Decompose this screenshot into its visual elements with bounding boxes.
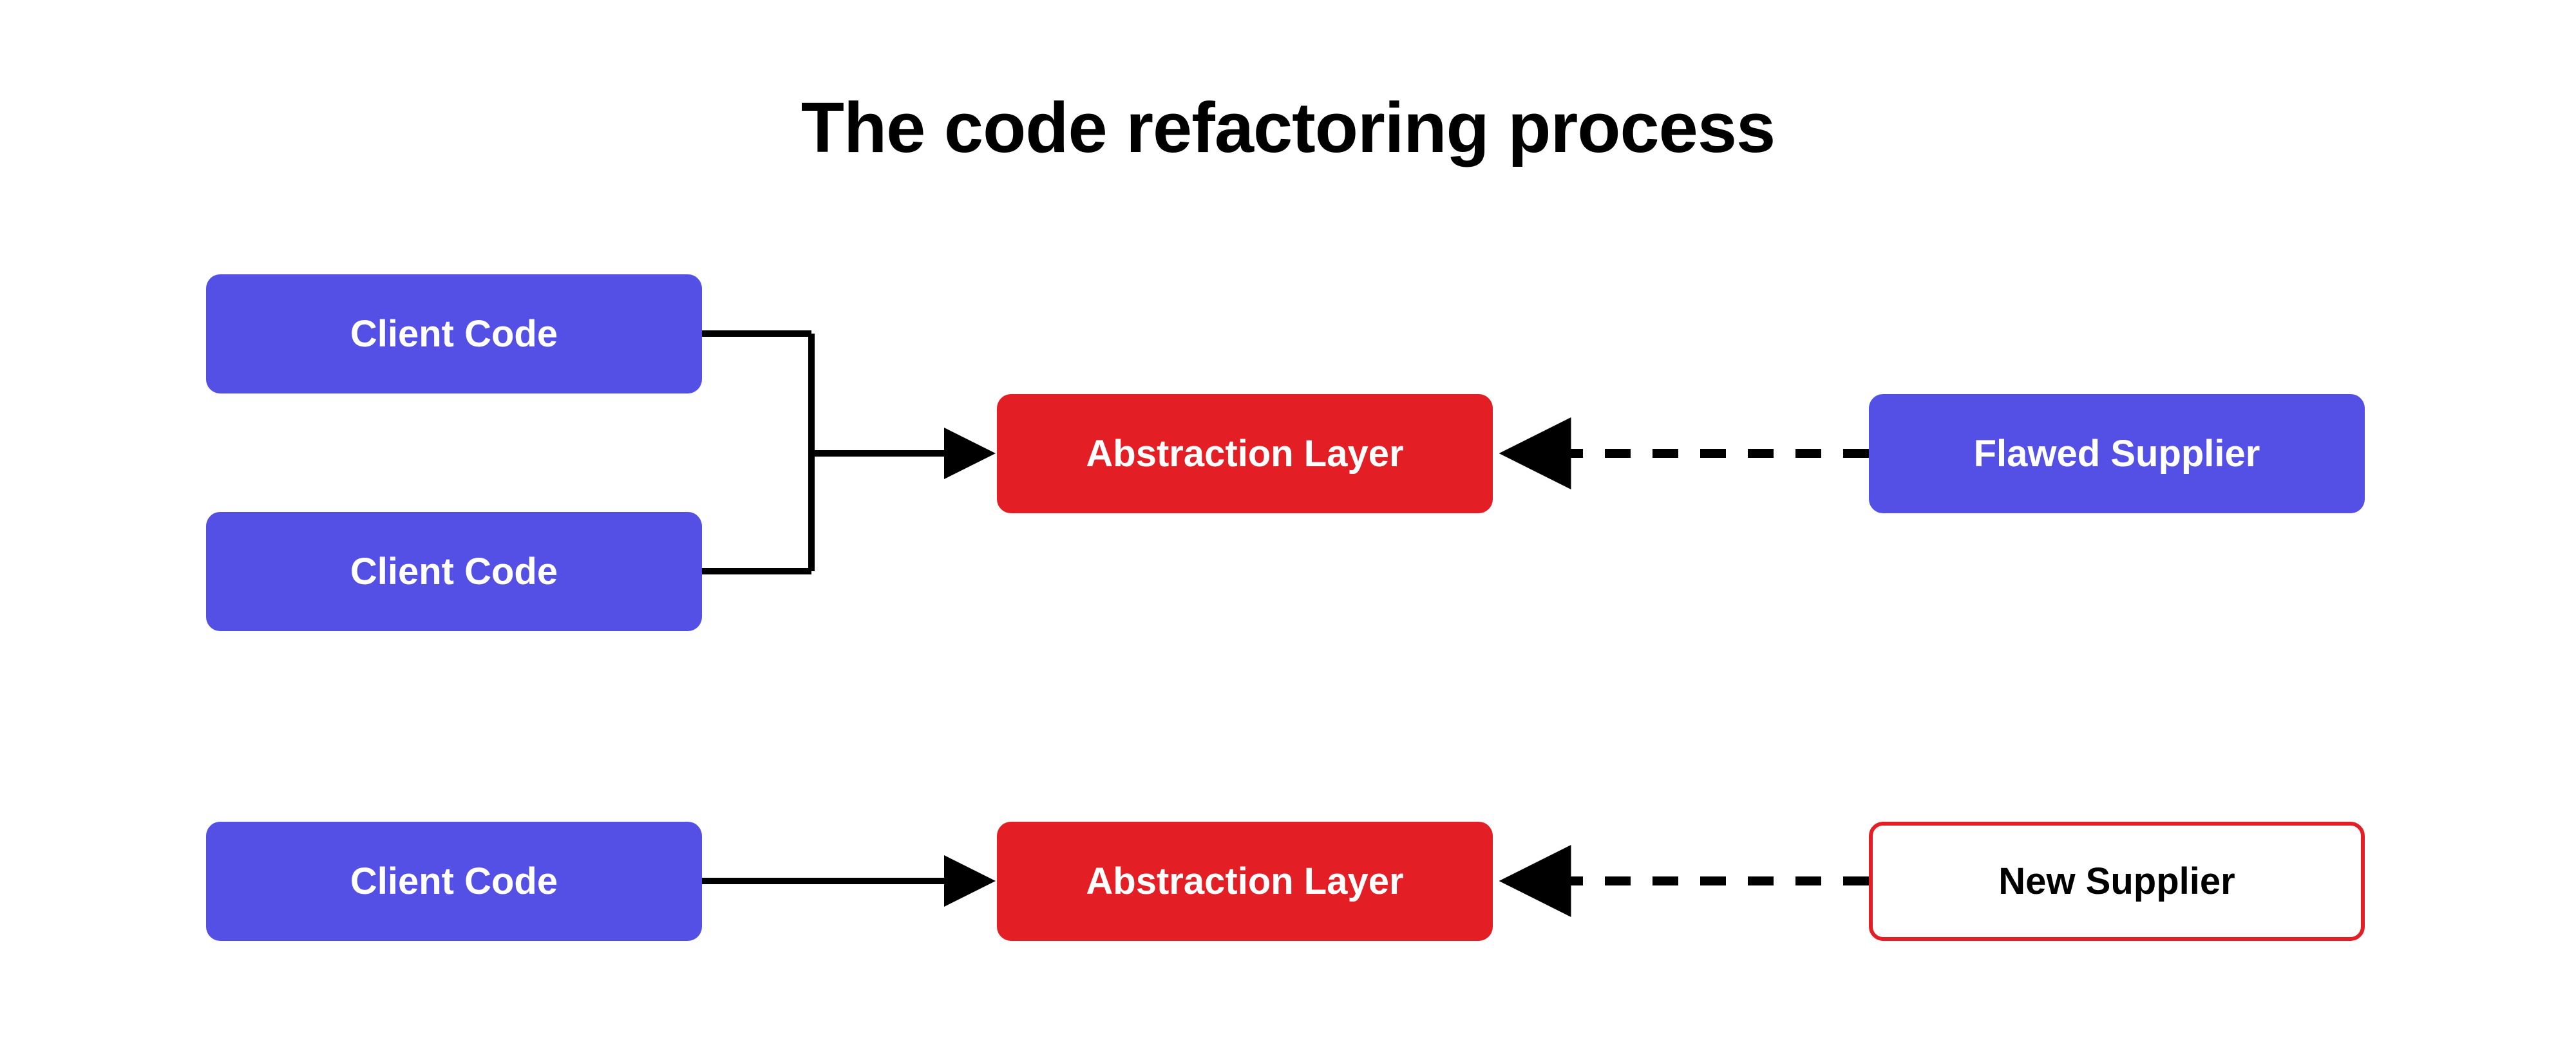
abstraction-layer-box-2: Abstraction Layer (997, 822, 1493, 941)
client-code-box-2: Client Code (206, 512, 702, 631)
new-supplier-box: New Supplier (1869, 822, 2365, 941)
flawed-supplier-box: Flawed Supplier (1869, 394, 2365, 513)
abstraction-layer-box-1: Abstraction Layer (997, 394, 1493, 513)
client-code-box-1: Client Code (206, 274, 702, 393)
diagram-title: The code refactoring process (0, 87, 2576, 169)
client-code-box-3: Client Code (206, 822, 702, 941)
